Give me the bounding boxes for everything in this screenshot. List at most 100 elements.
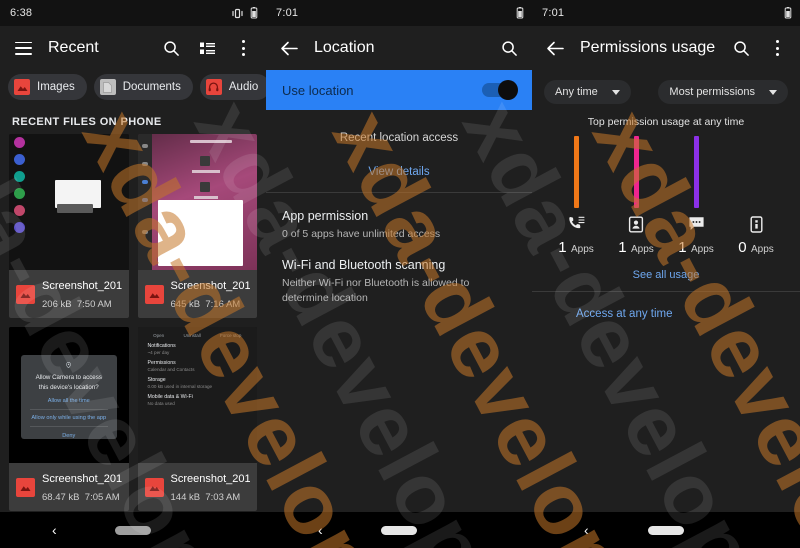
chevron-down-icon (611, 89, 620, 95)
dialog-title: Allow Camera to access this device's loc… (35, 374, 102, 391)
image-file-icon (16, 284, 35, 304)
back-chevron-icon[interactable]: ‹ (52, 523, 57, 537)
screenshot-root: 6:38 Recent Images Documents Audio RECEN… (0, 0, 800, 548)
view-details-link[interactable]: View details (266, 144, 532, 192)
status-icons (231, 0, 258, 26)
app-bar-permissions: Permissions usage (532, 26, 800, 70)
chip-label: Images (37, 81, 75, 93)
file-meta: Screenshot_201... 144 kB 7:03 AM (137, 463, 257, 511)
back-arrow-icon[interactable] (544, 37, 566, 59)
file-name: Screenshot_201... (170, 280, 251, 292)
chart-count: 0 Apps (732, 239, 780, 257)
thumbnail-content: Allow Camera to access this device's loc… (9, 327, 129, 463)
chart-count-row: 1 Apps 1 Apps 1 Apps 0 Apps (532, 233, 800, 257)
file-meta: Screenshot_201... 68.47 kB 7:05 AM (9, 463, 129, 511)
chart-icon-row (532, 208, 800, 233)
file-subtitle: 206 kB 7:50 AM (42, 299, 112, 310)
status-icons (784, 0, 792, 26)
info-row-title: Storage (147, 377, 166, 383)
image-file-icon (144, 284, 164, 304)
file-thumbnail (137, 134, 257, 270)
phone-panel-permissions: 7:01 Permissions usage Any time Most per… (532, 0, 800, 548)
search-icon[interactable] (160, 37, 182, 59)
section-header: RECENT FILES ON PHONE (0, 108, 266, 134)
app-bar-files: Recent (0, 26, 266, 70)
status-bar: 7:01 (532, 0, 800, 26)
phone-log-icon (552, 216, 600, 233)
dialog-option: Deny (62, 432, 76, 439)
list-item-app-permission[interactable]: App permission 0 of 5 apps have unlimite… (266, 193, 532, 242)
chart-count-value: 1 (558, 239, 567, 256)
chip-label: Documents (122, 81, 181, 93)
file-meta: Screenshot_201... 206 kB 7:50 AM (9, 270, 129, 318)
search-icon[interactable] (498, 37, 520, 59)
chart-count-unit: Apps (631, 244, 654, 255)
list-item-wifi-bluetooth-scanning[interactable]: Wi-Fi and Bluetooth scanning Neither Wi-… (266, 242, 532, 306)
app-action: Open (153, 333, 165, 338)
chart-title: Top permission usage at any time (587, 116, 745, 128)
hamburger-icon[interactable] (12, 37, 34, 59)
chart-bar (693, 136, 699, 208)
filter-chip-row: Images Documents Audio Video (0, 70, 266, 108)
list-view-icon[interactable] (196, 37, 218, 59)
chip-documents[interactable]: Documents (93, 74, 193, 100)
status-clock: 7:01 (542, 7, 565, 19)
file-thumbnail: Open Uninstall Force stop Notifications ~… (137, 327, 257, 463)
phone-panel-files: 6:38 Recent Images Documents Audio RECEN… (0, 0, 266, 548)
sort-filter-value: Most permissions (669, 86, 755, 98)
file-tile[interactable]: Screenshot_201... 206 kB 7:50 AM (9, 134, 129, 318)
home-pill-icon[interactable] (381, 525, 417, 535)
file-meta: Screenshot_201... 645 kB 7:16 AM (137, 270, 257, 318)
back-chevron-icon[interactable]: ‹ (318, 523, 323, 537)
chip-audio[interactable]: Audio (199, 74, 266, 100)
search-icon[interactable] (730, 37, 752, 59)
page-title: Location (314, 39, 375, 56)
home-pill-icon[interactable] (115, 525, 151, 535)
chart-column (732, 130, 780, 208)
file-tile[interactable]: Open Uninstall Force stop Notifications ~… (137, 327, 257, 511)
battery-icon (516, 7, 524, 19)
file-subtitle: 645 kB 7:16 AM (170, 299, 241, 310)
info-row-title: Mobile data & Wi-Fi (147, 394, 193, 400)
chart-bar (633, 136, 639, 208)
vibrate-icon (232, 8, 243, 18)
back-chevron-icon[interactable]: ‹ (584, 523, 589, 537)
thumbnail-content (137, 134, 257, 270)
use-location-switch[interactable] (482, 80, 518, 100)
thumbnail-content (9, 134, 129, 270)
back-arrow-icon[interactable] (278, 37, 300, 59)
battery-icon (784, 7, 792, 19)
use-location-toggle-row[interactable]: Use location (266, 70, 532, 110)
battery-icon (250, 7, 258, 19)
document-icon (99, 79, 116, 95)
chip-images[interactable]: Images (8, 74, 87, 100)
time-filter-dropdown[interactable]: Any time (544, 80, 631, 104)
image-icon (14, 79, 30, 95)
file-name: Screenshot_201... (42, 473, 122, 485)
list-item-subtitle: 0 of 5 apps have unlimited access (282, 228, 441, 240)
recent-location-access-text: Recent location access (339, 132, 459, 144)
kebab-menu-icon[interactable] (766, 37, 788, 59)
headphone-icon (205, 79, 222, 95)
dialog-option: Allow only while using the app (31, 415, 107, 422)
list-item-subtitle: Neither Wi-Fi nor Bluetooth is allowed t… (282, 277, 470, 305)
file-tile[interactable]: Screenshot_201... 645 kB 7:16 AM (137, 134, 257, 318)
file-subtitle: 144 kB 7:03 AM (170, 492, 241, 503)
see-all-usage-link[interactable]: See all usage (532, 257, 800, 291)
file-subtitle: 68.47 kB 7:05 AM (42, 492, 120, 503)
use-location-label: Use location (282, 82, 354, 98)
info-row-title: Permissions (147, 360, 176, 366)
status-clock: 7:01 (276, 7, 299, 19)
home-pill-icon[interactable] (648, 525, 684, 535)
access-at-any-time-link[interactable]: Access at any time (532, 292, 800, 320)
info-row-sub: No data used (147, 401, 175, 406)
list-item-title: Wi-Fi and Bluetooth scanning (282, 258, 446, 273)
nav-bar: ‹ (266, 512, 532, 548)
chart-count-unit: Apps (691, 244, 714, 255)
sort-filter-dropdown[interactable]: Most permissions (658, 80, 788, 104)
file-tile[interactable]: Allow Camera to access this device's loc… (9, 327, 129, 511)
app-action: Force stop (220, 333, 242, 338)
chevron-down-icon (769, 89, 777, 95)
kebab-menu-icon[interactable] (232, 37, 254, 59)
permission-usage-chart (532, 130, 800, 208)
